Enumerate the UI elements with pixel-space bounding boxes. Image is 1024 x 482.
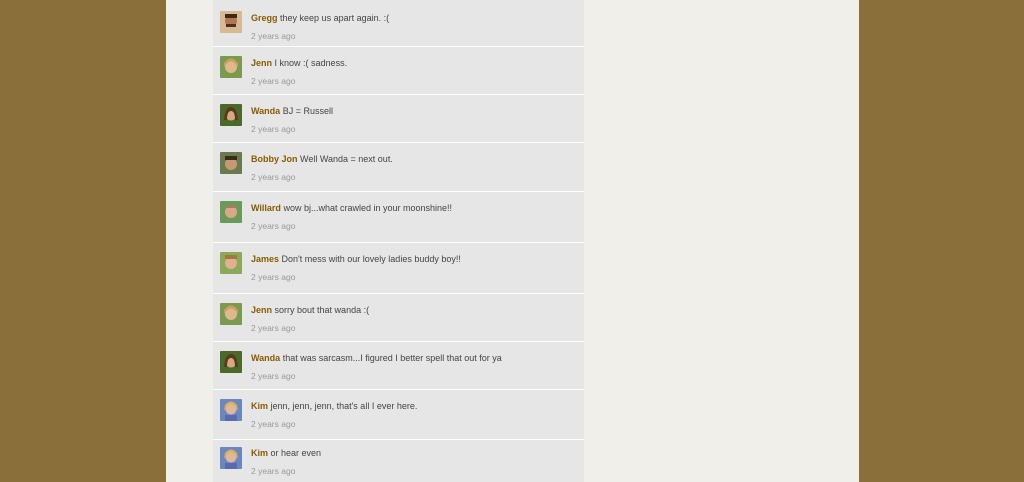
page-content-column: Gregg they keep us apart again. :( 2 yea…: [166, 0, 859, 482]
comment-text: they keep us apart again. :(: [280, 13, 390, 23]
comment-text: BJ = Russell: [282, 106, 333, 116]
comment-item: Jenn I know :( sadness. 2 years ago: [213, 47, 584, 95]
comment-timestamp[interactable]: 2 years ago: [251, 371, 295, 381]
comment-author[interactable]: Bobby Jon: [251, 154, 298, 164]
comment-timestamp[interactable]: 2 years ago: [251, 419, 295, 429]
comment-item: Willard wow bj...what crawled in your mo…: [213, 192, 584, 243]
comment-item: Kim or hear even 2 years ago: [213, 440, 584, 482]
comment-author[interactable]: Jenn: [251, 305, 272, 315]
comment-item: Jenn sorry bout that wanda :( 2 years ag…: [213, 294, 584, 342]
comment-author[interactable]: Gregg: [251, 13, 278, 23]
comment-author[interactable]: Kim: [251, 448, 268, 458]
comment-timestamp[interactable]: 2 years ago: [251, 466, 295, 476]
comment-feed: Gregg they keep us apart again. :( 2 yea…: [213, 0, 584, 482]
avatar[interactable]: [220, 399, 242, 421]
avatar[interactable]: [220, 447, 242, 469]
comment-text: jenn, jenn, jenn, that's all I ever here…: [270, 401, 418, 411]
comment-author[interactable]: Jenn: [251, 58, 272, 68]
avatar[interactable]: [220, 56, 242, 78]
comment-timestamp[interactable]: 2 years ago: [251, 172, 295, 182]
avatar[interactable]: [220, 104, 242, 126]
comment-item: Bobby Jon Well Wanda = next out. 2 years…: [213, 143, 584, 192]
comment-timestamp[interactable]: 2 years ago: [251, 124, 295, 134]
comment-text: I know :( sadness.: [274, 58, 348, 68]
comment-timestamp[interactable]: 2 years ago: [251, 272, 295, 282]
comment-text: wow bj...what crawled in your moonshine!…: [283, 203, 453, 213]
avatar[interactable]: [220, 252, 242, 274]
comment-item: Wanda that was sarcasm...I figured I bet…: [213, 342, 584, 390]
comment-author[interactable]: James: [251, 254, 279, 264]
comment-item: Kim jenn, jenn, jenn, that's all I ever …: [213, 390, 584, 440]
avatar[interactable]: [220, 152, 242, 174]
comment-text: Don't mess with our lovely ladies buddy …: [281, 254, 461, 264]
avatar[interactable]: [220, 201, 242, 223]
comment-timestamp[interactable]: 2 years ago: [251, 76, 295, 86]
comment-text: Well Wanda = next out.: [300, 154, 393, 164]
comment-author[interactable]: Wanda: [251, 353, 280, 363]
comment-item: James Don't mess with our lovely ladies …: [213, 243, 584, 294]
comment-timestamp[interactable]: 2 years ago: [251, 221, 295, 231]
comment-author[interactable]: Wanda: [251, 106, 280, 116]
comment-timestamp[interactable]: 2 years ago: [251, 31, 295, 41]
comment-timestamp[interactable]: 2 years ago: [251, 323, 295, 333]
avatar[interactable]: [220, 11, 242, 33]
comment-text: or hear even: [270, 448, 322, 458]
avatar[interactable]: [220, 303, 242, 325]
comment-item: Gregg they keep us apart again. :( 2 yea…: [213, 0, 584, 47]
avatar[interactable]: [220, 351, 242, 373]
comment-author[interactable]: Willard: [251, 203, 281, 213]
comment-text: sorry bout that wanda :(: [274, 305, 370, 315]
comment-item: Wanda BJ = Russell 2 years ago: [213, 95, 584, 143]
comment-text: that was sarcasm...I figured I better sp…: [282, 353, 502, 363]
comment-author[interactable]: Kim: [251, 401, 268, 411]
